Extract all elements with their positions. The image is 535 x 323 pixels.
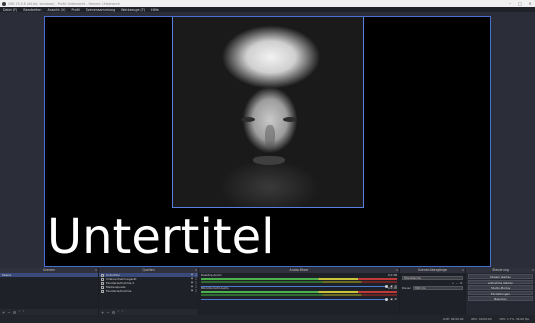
studio-mode-button[interactable]: Studio-Modus (468, 285, 533, 290)
menu-edit[interactable]: Bearbeiten (23, 8, 41, 12)
remove-scene-icon[interactable]: − (7, 310, 10, 315)
volume-meter (201, 291, 397, 293)
add-scene-icon[interactable]: + (2, 310, 5, 315)
camera-icon (101, 277, 104, 281)
gear-icon[interactable]: ⚙ (394, 297, 397, 301)
exit-button[interactable]: Beenden (468, 296, 533, 301)
preview-area: Untertitel (0, 12, 535, 268)
portrait-image[interactable] (172, 17, 364, 208)
speaker-icon[interactable]: ◀ (390, 297, 392, 301)
move-up-icon[interactable]: ˄ (117, 310, 119, 315)
mustache-shading (253, 156, 285, 165)
start-recording-button[interactable]: Aufnahme starten (468, 279, 533, 284)
maximize-icon[interactable]: □ (515, 0, 525, 7)
subtitle-text[interactable]: Untertitel (45, 207, 490, 266)
scenes-dock: Szenen ⧉ Szene + − ⚙ ˄ ˅ (0, 268, 99, 315)
menu-help[interactable]: Hilfe (151, 8, 159, 12)
slider-knob[interactable] (384, 297, 388, 301)
menu-tools[interactable]: Werkzeuge (T) (121, 8, 145, 12)
channel-name: Desktop-Audio (201, 273, 222, 277)
dock-area: Szenen ⧉ Szene + − ⚙ ˄ ˅ Quellen ⧉ Unterti… (0, 268, 535, 315)
scenes-list: Szene (0, 273, 98, 309)
controls-body: Stream starten Aufnahme starten Studio-M… (466, 273, 535, 315)
scene-item[interactable]: Szene (0, 273, 98, 277)
window-titlebar: OBS 25.0.8 (64-bit, windows) - Profil: U… (0, 0, 535, 7)
transition-settings-icon[interactable]: ⚙ (459, 281, 463, 285)
mixer-channel: Desktop-Audio 0.0 dB ◀ ⚙ (199, 273, 399, 288)
volume-meter (201, 294, 397, 296)
menu-profile[interactable]: Profil (72, 8, 80, 12)
window-icon (101, 289, 104, 293)
sources-title-label: Quellen (142, 268, 155, 272)
scenes-title-label: Szenen (43, 268, 55, 272)
channel-name: Mikrofon/AUX-Audio (201, 286, 229, 290)
volume-slider[interactable] (201, 297, 388, 301)
duration-label: Dauer (402, 285, 411, 290)
nose-shading (265, 125, 275, 147)
media-icon (101, 285, 104, 289)
mixer-channels: Desktop-Audio 0.0 dB ◀ ⚙ Mikrofon/AUX-Audi… (199, 273, 399, 315)
window-icon (101, 281, 104, 285)
transitions-title-label: Szenenübergänge (418, 268, 447, 272)
eye-shadow-left (241, 117, 255, 122)
move-down-icon[interactable]: ˅ (22, 310, 24, 315)
controls-title-label: Steuerung (492, 268, 509, 272)
mixer-title-label: Audio-Mixer (289, 268, 309, 272)
close-icon[interactable]: ✕ (525, 0, 535, 7)
transition-select[interactable]: Überblende (402, 275, 463, 280)
channel-db: 0.0 dB (387, 273, 397, 277)
remove-source-icon[interactable]: − (106, 310, 109, 315)
source-name: Fensteraufnahme (106, 289, 132, 293)
source-settings-icon[interactable]: ⚙ (112, 310, 116, 315)
menu-file[interactable]: Datei (F) (3, 8, 17, 12)
scene-settings-icon[interactable]: ⚙ (13, 310, 17, 315)
live-status: LIVE: 00:00:00 (442, 317, 464, 321)
preview-canvas[interactable]: Untertitel (44, 16, 491, 267)
cpu-status: CPU: 1.7%, 30.00 fps (499, 317, 529, 321)
window-title: OBS 25.0.8 (64-bit, windows) - Profil: U… (8, 1, 120, 6)
add-source-icon[interactable]: + (101, 310, 104, 315)
duration-input[interactable]: 300 ms (412, 285, 463, 290)
controls-dock: Steuerung ⧉ Stream starten Aufnahme start… (466, 268, 535, 315)
text-icon (101, 273, 104, 277)
sources-list: Untertitel ◉ ▢ Videoaufnahmegerät ◉ ▢ Fenste… (99, 273, 198, 309)
mixer-channel: Mikrofon/AUX-Audio 0.0 dB ◀ ⚙ (199, 286, 399, 301)
menu-scene-collection[interactable]: Szenensammlung (86, 8, 115, 12)
move-down-icon[interactable]: ˅ (121, 310, 123, 315)
rec-status: REC: 00:00:00 (471, 317, 492, 321)
eye-shadow-right (283, 117, 297, 122)
audio-mixer-dock: Audio-Mixer ⧉ Desktop-Audio 0.0 dB ◀ ⚙ Mikr… (199, 268, 400, 315)
transitions-dock: Szenenübergänge ⧉ Überblende + − ⚙ Dauer 300… (400, 268, 466, 315)
status-bar: LIVE: 00:00:00 REC: 00:00:00 CPU: 1.7%, … (0, 315, 535, 323)
lock-icon[interactable]: ▢ (194, 289, 198, 293)
source-item[interactable]: Fensteraufnahme ◉ ▢ (99, 289, 198, 293)
volume-meter (201, 281, 397, 283)
settings-button[interactable]: Einstellungen (468, 290, 533, 295)
minimize-icon[interactable]: – (505, 0, 515, 7)
transitions-body: Überblende + − ⚙ Dauer 300 ms (400, 273, 465, 315)
menu-view[interactable]: Ansicht (V) (47, 8, 65, 12)
channel-db: 0.0 dB (387, 286, 397, 290)
volume-meter (201, 278, 397, 280)
move-up-icon[interactable]: ˄ (18, 310, 20, 315)
start-stream-button[interactable]: Stream starten (468, 274, 533, 279)
obs-logo-icon (2, 1, 6, 6)
sources-dock: Quellen ⧉ Untertitel ◉ ▢ Videoaufnahmegerät… (99, 268, 199, 315)
